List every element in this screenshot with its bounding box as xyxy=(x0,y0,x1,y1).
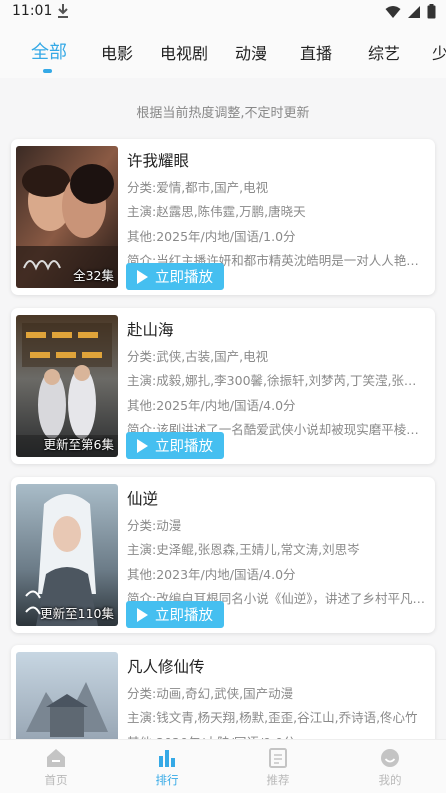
tab-variety[interactable]: 综艺 xyxy=(368,40,400,64)
show-cast: 主演:钱文青,杨天翔,杨默,歪歪,谷江山,乔诗语,佟心竹 xyxy=(127,710,418,725)
show-title[interactable]: 凡人修仙传 xyxy=(127,655,205,677)
show-title[interactable]: 仙逆 xyxy=(127,487,158,509)
play-icon xyxy=(137,607,148,622)
play-button-label: 立即播放 xyxy=(155,608,213,624)
tab-anime[interactable]: 动漫 xyxy=(235,40,267,64)
show-other: 其他:2025年/内地/国语/4.0分 xyxy=(127,398,296,413)
list-item[interactable]: 更新至110集 仙逆 分类:动漫 主演:史泽鲲,张恩森,王婧儿,常文涛,刘思岑 … xyxy=(11,477,435,633)
play-button[interactable]: 立即播放 xyxy=(126,263,224,290)
show-title[interactable]: 许我耀眼 xyxy=(127,149,189,171)
play-button-label: 立即播放 xyxy=(155,439,213,455)
nav-profile-label: 我的 xyxy=(378,773,402,787)
episode-badge: 更新至第6集 xyxy=(43,437,114,452)
tab-indicator xyxy=(43,69,52,73)
nav-ranking-label: 排行 xyxy=(155,773,179,787)
list-item[interactable]: 全32集 许我耀眼 分类:爱情,都市,国产,电视 主演:赵露思,陈伟霆,万鹏,唐… xyxy=(11,139,435,295)
status-time: 11:01 xyxy=(12,3,53,19)
show-other: 其他:2025年/内地/国语/1.0分 xyxy=(127,229,296,244)
play-button-label: 立即播放 xyxy=(155,270,213,286)
episode-badge: 全32集 xyxy=(73,268,114,283)
document-icon xyxy=(269,748,287,768)
bottom-navigation: 首页 排行 推荐 我的 xyxy=(0,739,446,793)
bar-chart-icon xyxy=(159,750,175,767)
nav-home-label: 首页 xyxy=(44,773,68,787)
show-category: 分类:武侠,古装,国产,电视 xyxy=(127,349,269,364)
poster-image[interactable]: 全32集 xyxy=(16,146,118,288)
show-cast: 主演:成毅,娜扎,李300馨,徐振轩,刘梦芮,丁笑滢,张峻宁, xyxy=(127,373,427,388)
home-icon xyxy=(47,749,65,767)
nav-recommend[interactable]: 推荐 xyxy=(243,748,313,788)
play-button[interactable]: 立即播放 xyxy=(126,432,224,459)
nav-ranking[interactable]: 排行 xyxy=(132,748,202,788)
nav-home[interactable]: 首页 xyxy=(21,748,91,788)
show-other: 其他:2023年/内地/国语/4.0分 xyxy=(127,567,296,582)
status-bar: 11:01 xyxy=(0,0,446,24)
poster-image[interactable]: 更新至第6集 xyxy=(16,315,118,457)
show-category: 分类:动画,奇幻,武侠,国产动漫 xyxy=(127,686,294,701)
play-icon xyxy=(137,269,148,284)
tab-all[interactable]: 全部 xyxy=(31,38,67,64)
play-button[interactable]: 立即播放 xyxy=(126,601,224,628)
nav-recommend-label: 推荐 xyxy=(266,773,290,787)
show-cast: 主演:赵露思,陈伟霆,万鹏,唐晓天 xyxy=(127,204,306,219)
play-icon xyxy=(137,438,148,453)
show-title[interactable]: 赴山海 xyxy=(127,318,174,340)
show-category: 分类:爱情,都市,国产,电视 xyxy=(127,180,269,195)
wifi-icon xyxy=(385,5,401,18)
nav-profile[interactable]: 我的 xyxy=(355,748,425,788)
tab-more[interactable]: 少 xyxy=(432,40,446,64)
app-screen: 11:01 全部 电影 电视剧 动漫 直播 综艺 少 根据当前热度调整,不定时更… xyxy=(0,0,446,793)
signal-icon xyxy=(408,5,420,18)
battery-icon xyxy=(427,4,436,19)
list-item[interactable]: 更新至第6集 赴山海 分类:武侠,古装,国产,电视 主演:成毅,娜扎,李300馨… xyxy=(11,308,435,464)
tab-live[interactable]: 直播 xyxy=(300,40,332,64)
status-icons xyxy=(385,4,436,19)
poster-image[interactable]: 更新至110集 xyxy=(16,484,118,626)
category-tabs: 全部 电影 电视剧 动漫 直播 综艺 少 xyxy=(0,24,446,78)
episode-badge: 更新至110集 xyxy=(40,606,114,621)
download-icon xyxy=(58,4,68,18)
ranking-hint: 根据当前热度调整,不定时更新 xyxy=(136,106,310,121)
show-category: 分类:动漫 xyxy=(127,518,182,533)
smiley-icon xyxy=(381,749,399,767)
tab-tv-series[interactable]: 电视剧 xyxy=(160,40,208,64)
show-cast: 主演:史泽鲲,张恩森,王婧儿,常文涛,刘思岑 xyxy=(127,542,360,557)
tab-movie[interactable]: 电影 xyxy=(101,40,133,64)
